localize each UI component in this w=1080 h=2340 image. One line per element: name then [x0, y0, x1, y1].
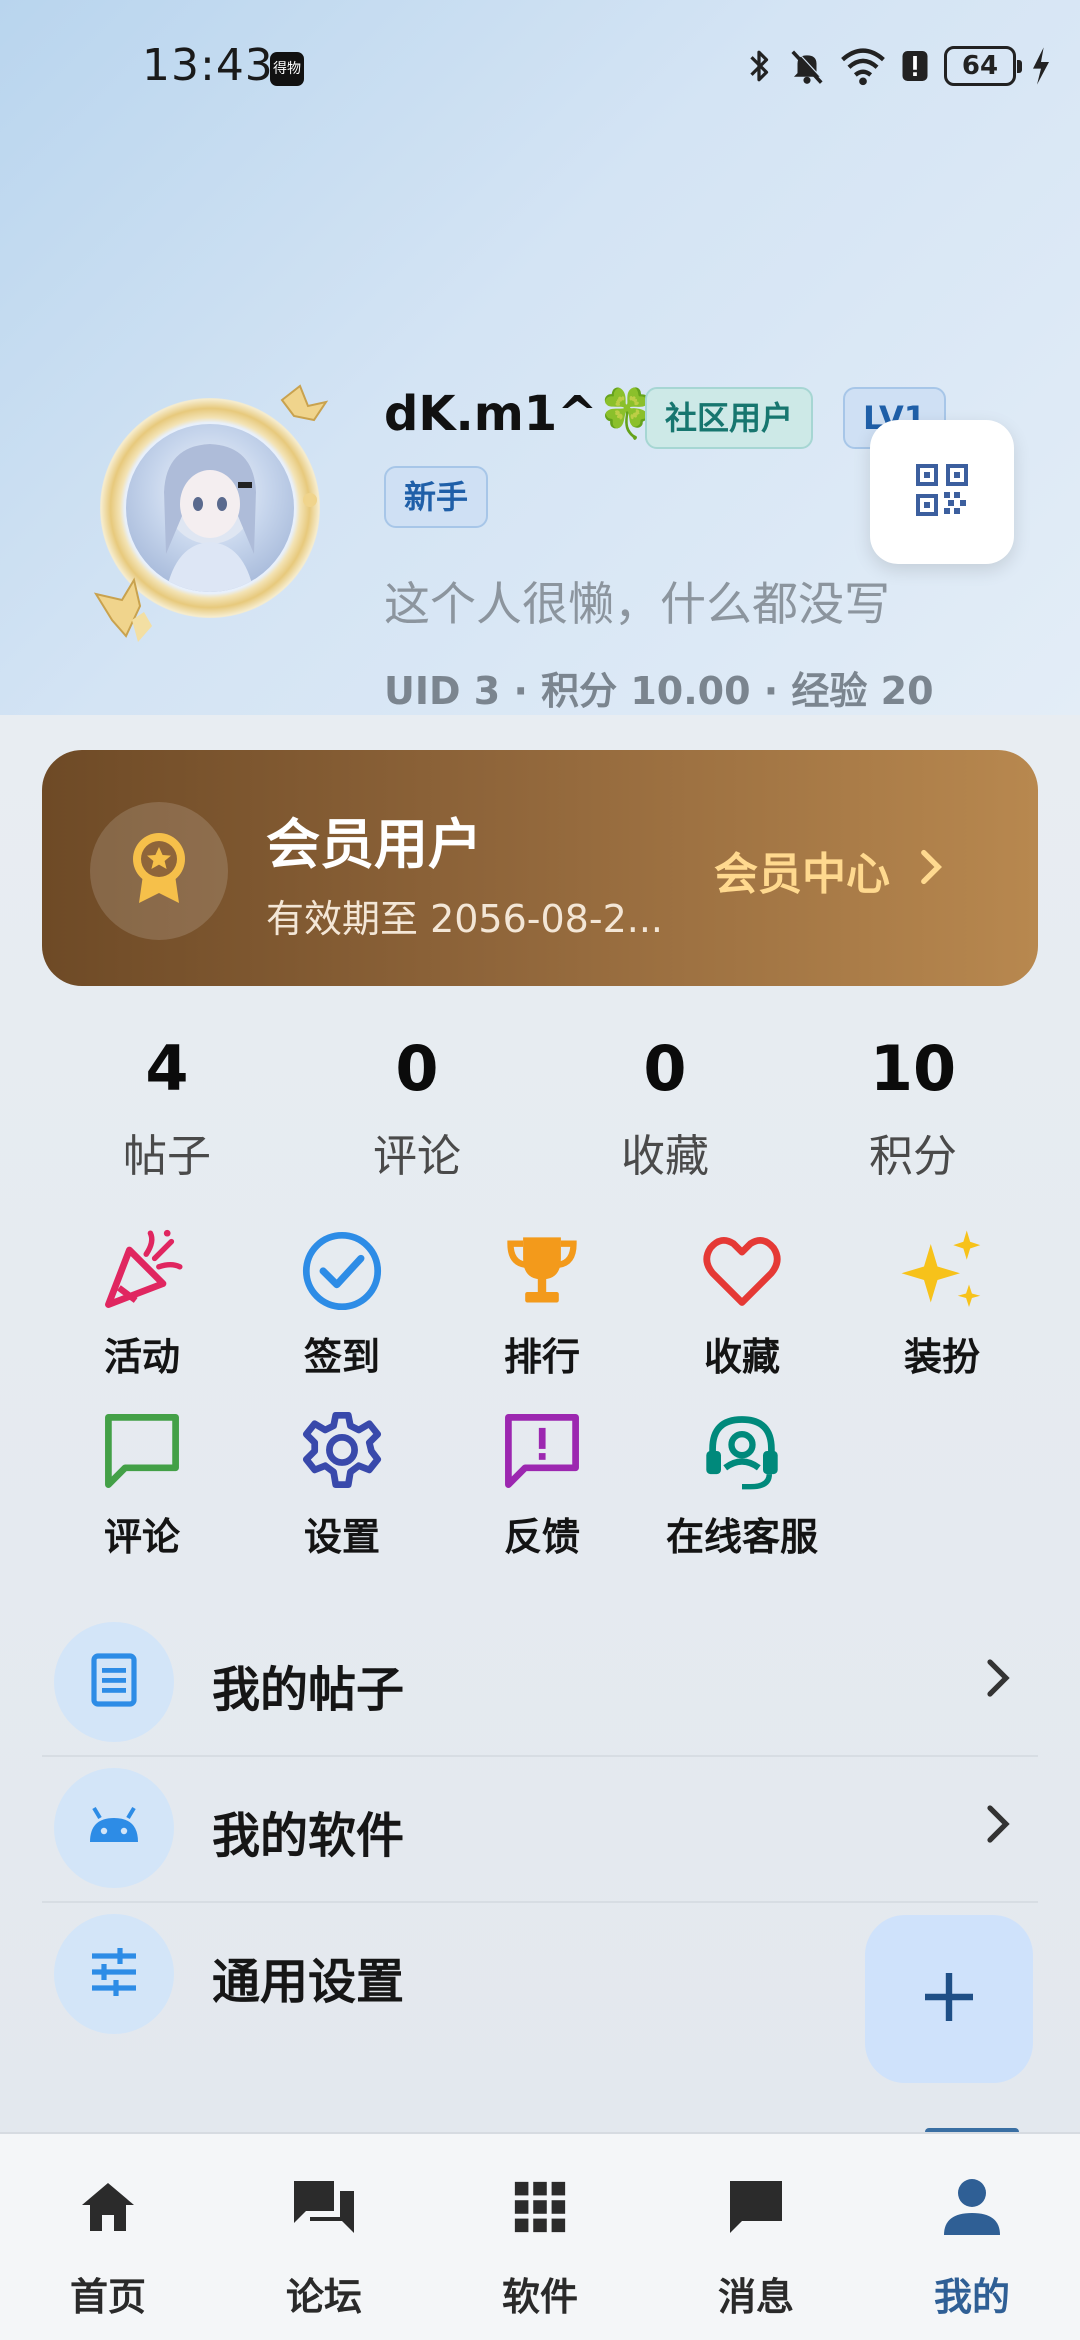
vip-center-link[interactable]: 会员中心: [714, 838, 943, 902]
alert-icon: [900, 46, 930, 86]
nav-label: 消息: [717, 2275, 794, 2319]
grid-item-customer-service[interactable]: 在线客服: [642, 1408, 842, 1561]
grid-item-settings[interactable]: 设置: [242, 1408, 442, 1561]
nav-label: 首页: [69, 2275, 146, 2319]
notification-app-icon: 得物: [270, 52, 304, 86]
comment-icon: [100, 1409, 184, 1497]
avatar[interactable]: [82, 380, 342, 650]
status-time: 13:43: [142, 40, 274, 91]
bottom-navigation: 首页 论坛 软件 消息 我的: [0, 2132, 1080, 2340]
vip-title: 会员用户: [266, 813, 482, 876]
vip-expiry: 有效期至 2056-08-2...: [266, 897, 663, 941]
nav-label: 软件: [501, 2275, 578, 2319]
trophy-icon: [500, 1229, 584, 1317]
list-item-my-posts[interactable]: 我的帖子: [42, 1610, 1038, 1755]
android-icon: [82, 1794, 146, 1862]
qr-code-button[interactable]: [870, 420, 1014, 564]
add-floating-button[interactable]: [865, 1915, 1033, 2083]
status-bar: 13:43 得物 64: [0, 0, 1080, 140]
grid-item-label: 活动: [103, 1335, 180, 1379]
counter-value: 0: [643, 1032, 687, 1105]
mute-bell-icon: [788, 46, 826, 86]
check-circle-icon: [300, 1229, 384, 1317]
bluetooth-icon: [744, 46, 774, 86]
nav-me[interactable]: 我的: [864, 2134, 1080, 2340]
grid-item-label: 在线客服: [665, 1515, 818, 1559]
person-icon: [940, 2175, 1004, 2243]
grid-item-checkin[interactable]: 签到: [242, 1228, 442, 1381]
newbie-badge: 新手: [384, 466, 489, 528]
battery-indicator: 64: [944, 46, 1022, 86]
nav-software[interactable]: 软件: [432, 2134, 648, 2340]
grid-item-feedback[interactable]: 反馈: [442, 1408, 642, 1561]
list-item-label: 我的软件: [212, 1808, 405, 1864]
nav-messages[interactable]: 消息: [648, 2134, 864, 2340]
counter-value: 10: [869, 1032, 957, 1105]
qr-code-icon: [916, 464, 968, 520]
grid-item-activity[interactable]: 活动: [42, 1228, 242, 1381]
counter-value: 4: [145, 1032, 189, 1105]
user-bio: 这个人很懒，什么都没写: [384, 577, 890, 631]
grid-item-label: 排行: [503, 1335, 580, 1379]
wifi-icon: [840, 46, 886, 86]
plus-icon: [919, 1967, 979, 2031]
chevron-right-icon: [986, 1658, 1010, 1702]
document-icon: [84, 1650, 144, 1714]
grid-item-favorites[interactable]: 收藏: [642, 1228, 842, 1381]
sliders-icon: [84, 1942, 144, 2006]
grid-item-label: 评论: [103, 1515, 180, 1559]
grid-item-label: 反馈: [503, 1515, 580, 1559]
nav-label: 我的: [933, 2275, 1010, 2319]
community-user-badge: 社区用户: [645, 387, 814, 449]
counter-points[interactable]: 10 积分: [788, 1028, 1038, 1184]
vip-center-label: 会员中心: [714, 849, 890, 900]
medal-icon: [127, 831, 191, 911]
gear-icon: [300, 1409, 384, 1497]
counter-label: 收藏: [621, 1131, 709, 1182]
list-item-my-software[interactable]: 我的软件: [42, 1756, 1038, 1901]
grid-item-ranking[interactable]: 排行: [442, 1228, 642, 1381]
counter-posts[interactable]: 4 帖子: [42, 1028, 292, 1184]
party-popper-icon: [100, 1229, 184, 1317]
list-item-label: 通用设置: [212, 1954, 405, 2010]
chevron-right-icon: [986, 1804, 1010, 1848]
nav-home[interactable]: 首页: [0, 2134, 216, 2340]
grid-item-dressup[interactable]: 装扮: [842, 1228, 1042, 1381]
counter-value: 0: [395, 1032, 439, 1105]
grid-item-comments[interactable]: 评论: [42, 1408, 242, 1561]
grid-item-label: 签到: [303, 1335, 380, 1379]
avatar-frame-ornament: [93, 384, 329, 642]
forum-icon: [290, 2175, 358, 2243]
counter-label: 积分: [869, 1131, 957, 1182]
message-icon: [724, 2175, 788, 2243]
counter-label: 评论: [373, 1131, 461, 1182]
user-stats-line: UID 3 · 积分 10.00 · 经验 20: [384, 669, 934, 713]
grid-item-label: 收藏: [703, 1335, 780, 1379]
counter-label: 帖子: [123, 1131, 211, 1182]
list-item-label: 我的帖子: [212, 1662, 405, 1718]
home-icon: [76, 2175, 140, 2243]
apps-grid-icon: [511, 2178, 569, 2240]
username: dK.m1^🍀: [384, 386, 658, 442]
vip-badge-icon-wrapper: [90, 802, 228, 940]
vip-membership-card[interactable]: 会员用户 有效期至 2056-08-2... 会员中心: [42, 750, 1038, 986]
nav-forum[interactable]: 论坛: [216, 2134, 432, 2340]
chevron-right-icon: [920, 845, 943, 896]
nav-label: 论坛: [285, 2275, 362, 2319]
headset-icon: [700, 1409, 784, 1497]
charging-icon: [1030, 46, 1052, 86]
counter-comments[interactable]: 0 评论: [292, 1028, 542, 1184]
heart-icon: [700, 1229, 784, 1317]
grid-item-label: 装扮: [903, 1335, 980, 1379]
feedback-icon: [500, 1409, 584, 1497]
counter-favorites[interactable]: 0 收藏: [540, 1028, 790, 1184]
sparkles-icon: [897, 1226, 987, 1320]
grid-item-label: 设置: [303, 1515, 380, 1559]
status-icons: 64: [744, 46, 1052, 86]
